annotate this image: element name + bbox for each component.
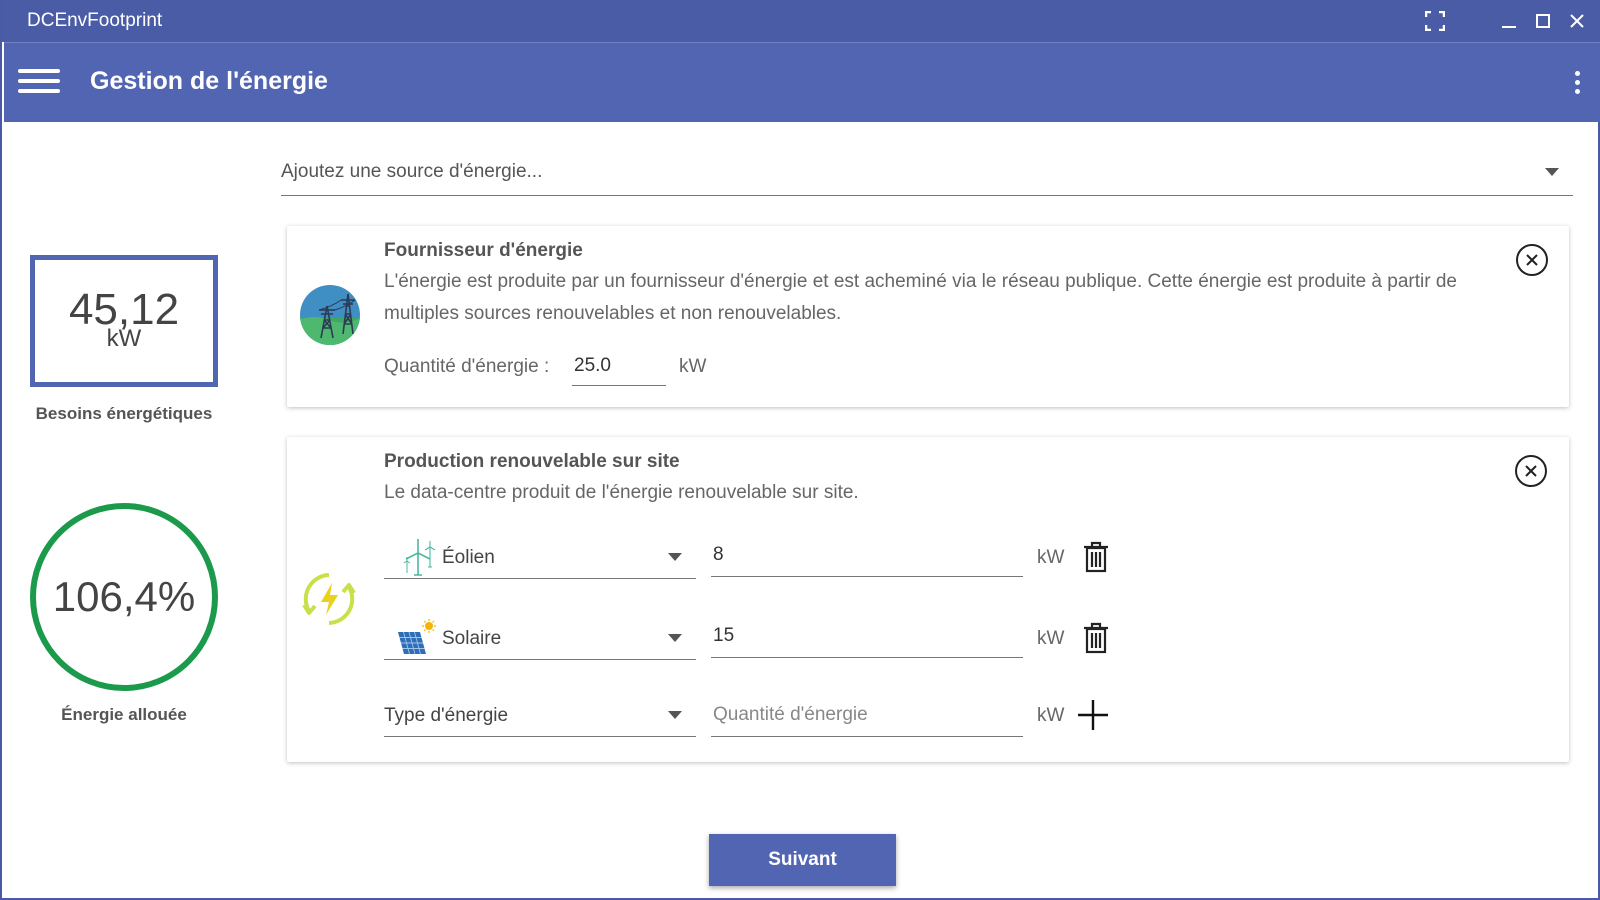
onsite-description: Le data-centre produit de l'énergie reno… <box>384 482 859 503</box>
energy-type-solar-label: Solaire <box>442 628 502 649</box>
chevron-down-icon <box>668 711 682 719</box>
wind-turbine-icon <box>398 537 438 582</box>
chevron-down-icon <box>1545 168 1559 176</box>
menu-icon[interactable] <box>18 69 60 97</box>
delete-wind-icon[interactable] <box>1083 541 1109 573</box>
app-bar: Gestion de l'énergie <box>4 42 1600 122</box>
energy-type-select-wind[interactable]: Éolien <box>384 535 696 579</box>
allocated-energy-label: Énergie allouée <box>61 705 187 724</box>
solar-quantity-unit: kW <box>1037 628 1065 649</box>
app-window: DCEnvFootprint Gestion de l'énergie 45,1… <box>0 0 1600 900</box>
provider-quantity-input[interactable] <box>572 346 666 386</box>
energy-type-wind-label: Éolien <box>442 547 495 568</box>
energy-needs-box: 45,12 kW <box>30 255 218 387</box>
wind-quantity-input[interactable] <box>711 533 1023 577</box>
allocated-energy-ring: 106,4% <box>30 503 218 691</box>
solar-panel-icon <box>396 618 438 663</box>
delete-solar-icon[interactable] <box>1083 622 1109 654</box>
energy-type-select-solar[interactable]: Solaire <box>384 616 696 660</box>
renewable-energy-icon <box>301 569 357 629</box>
app-title: DCEnvFootprint <box>27 10 163 31</box>
provider-title: Fournisseur d'énergie <box>384 240 583 261</box>
add-energy-row-icon[interactable] <box>1077 699 1109 731</box>
maximize-icon[interactable] <box>1530 8 1556 34</box>
more-options-icon[interactable] <box>1572 71 1582 97</box>
allocated-energy-value: 106,4% <box>52 573 196 620</box>
next-button[interactable]: Suivant <box>709 834 896 886</box>
add-energy-source-select[interactable]: Ajoutez une source d'énergie... <box>281 150 1573 196</box>
energy-provider-card: Fournisseur d'énergie L'énergie est prod… <box>287 226 1569 407</box>
page-title: Gestion de l'énergie <box>90 67 328 95</box>
remove-provider-icon[interactable] <box>1516 244 1548 276</box>
wind-quantity-unit: kW <box>1037 547 1065 568</box>
solar-quantity-input[interactable] <box>711 614 1023 658</box>
title-bar: DCEnvFootprint <box>2 0 1600 42</box>
new-energy-type-placeholder: Type d'énergie <box>384 705 509 726</box>
power-pylon-icon <box>299 284 361 346</box>
onsite-renewable-card: Production renouvelable sur site Le data… <box>287 437 1569 762</box>
new-energy-quantity-input[interactable] <box>711 693 1023 737</box>
provider-quantity-unit: kW <box>679 356 707 377</box>
new-energy-quantity-unit: kW <box>1037 705 1065 726</box>
onsite-title: Production renouvelable sur site <box>384 451 680 472</box>
close-window-icon[interactable] <box>1564 8 1590 34</box>
add-energy-source-placeholder: Ajoutez une source d'énergie... <box>281 161 543 182</box>
fullscreen-icon[interactable] <box>1422 8 1448 34</box>
provider-quantity-label: Quantité d'énergie : <box>384 356 550 377</box>
provider-description: L'énergie est produite par un fournisseu… <box>384 271 1457 324</box>
chevron-down-icon <box>668 553 682 561</box>
chevron-down-icon <box>668 634 682 642</box>
remove-onsite-icon[interactable] <box>1515 455 1547 487</box>
energy-needs-label: Besoins énergétiques <box>35 404 213 423</box>
new-energy-type-select[interactable]: Type d'énergie <box>384 693 696 737</box>
minimize-icon[interactable] <box>1496 8 1522 34</box>
energy-needs-unit: kW <box>106 325 142 352</box>
